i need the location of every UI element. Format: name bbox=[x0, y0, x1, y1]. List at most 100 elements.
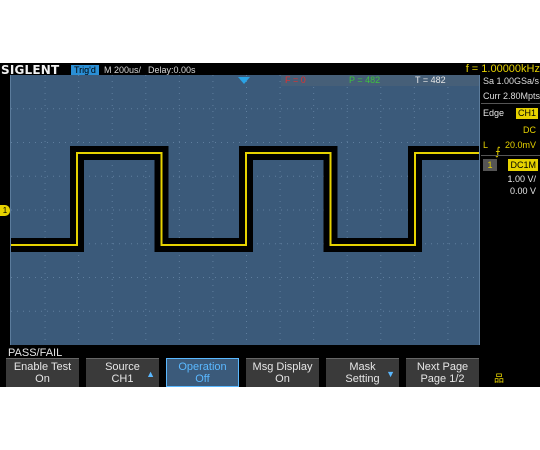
grid-dot bbox=[313, 255, 315, 256]
trigger-coupling: DC bbox=[523, 125, 536, 135]
grid-dot bbox=[111, 93, 113, 94]
grid-dot bbox=[111, 207, 113, 208]
grid-dot bbox=[447, 195, 449, 196]
grid-dot bbox=[313, 297, 315, 298]
grid-dot bbox=[145, 87, 147, 88]
grid-dot bbox=[111, 195, 113, 196]
grid-dot bbox=[178, 201, 180, 202]
grid-dot bbox=[279, 225, 281, 226]
grid-dot bbox=[246, 291, 247, 292]
grid-dot bbox=[380, 237, 382, 238]
grid-dot bbox=[212, 255, 214, 256]
mask-setting-button[interactable]: Mask Setting ▼ bbox=[326, 358, 399, 387]
channel-number: 1 bbox=[483, 159, 497, 171]
button-value: Off bbox=[195, 373, 210, 385]
grid-dot bbox=[178, 225, 180, 226]
grid-dot bbox=[44, 165, 46, 166]
grid-dot bbox=[246, 315, 247, 316]
grid-dot bbox=[44, 129, 46, 130]
operation-button[interactable]: Operation Off bbox=[166, 358, 239, 387]
channel-coupling-badge: DC1M bbox=[508, 159, 538, 171]
grid-dot bbox=[212, 309, 214, 310]
grid-dot bbox=[178, 183, 180, 184]
grid-dot bbox=[44, 291, 46, 292]
grid-dot bbox=[380, 267, 382, 268]
grid-dot bbox=[313, 129, 315, 130]
grid-dot bbox=[212, 141, 214, 142]
grid-dot bbox=[44, 309, 46, 310]
total-count: T = 482 bbox=[415, 75, 446, 85]
grid-dot bbox=[346, 213, 348, 214]
grid-dot bbox=[413, 135, 415, 136]
next-page-button[interactable]: Next Page Page 1/2 bbox=[406, 358, 479, 387]
grid-dot bbox=[178, 231, 180, 232]
grid-dot bbox=[78, 333, 80, 334]
grid-dot bbox=[246, 87, 247, 88]
grid-dot bbox=[246, 333, 247, 334]
grid-dot bbox=[44, 237, 46, 238]
grid-dot bbox=[178, 279, 180, 280]
grid-dot bbox=[346, 111, 348, 112]
grid-dot bbox=[145, 117, 147, 118]
button-value: On bbox=[35, 373, 50, 385]
grid-dot bbox=[78, 309, 80, 310]
grid-dot bbox=[145, 333, 147, 334]
grid-dot bbox=[413, 303, 415, 304]
grid-dot bbox=[380, 333, 382, 334]
grid-dot bbox=[447, 297, 449, 298]
grid-dot bbox=[145, 177, 147, 178]
source-button[interactable]: Source CH1 ▲ bbox=[86, 358, 159, 387]
grid-dot bbox=[346, 135, 348, 136]
grid-dot bbox=[212, 147, 214, 148]
grid-dot bbox=[313, 105, 315, 106]
waveform-grid[interactable]: F = 0 P = 482 T = 482 bbox=[10, 75, 480, 345]
grid-dot bbox=[178, 135, 180, 136]
grid-dot bbox=[346, 141, 348, 142]
grid-dot bbox=[346, 93, 348, 94]
grid-dot bbox=[346, 165, 348, 166]
grid-dot bbox=[313, 171, 315, 172]
grid-dot bbox=[145, 237, 147, 238]
grid-dot bbox=[380, 123, 382, 124]
ch1-offset-marker[interactable]: 1 bbox=[0, 205, 10, 216]
grid-dot bbox=[178, 159, 180, 160]
grid-dot bbox=[380, 231, 382, 232]
fail-count: F = 0 bbox=[285, 75, 306, 85]
grid-dot bbox=[447, 111, 449, 112]
grid-dot bbox=[44, 207, 46, 208]
grid-dot bbox=[145, 201, 147, 202]
grid-dot bbox=[78, 105, 80, 106]
grid-dot bbox=[212, 261, 214, 262]
grid-dot bbox=[380, 213, 382, 214]
grid-dot bbox=[178, 285, 180, 286]
grid-dot bbox=[413, 141, 415, 142]
grid-dot bbox=[111, 123, 113, 124]
grid-dot bbox=[178, 315, 180, 316]
trigger-position-marker[interactable] bbox=[238, 77, 250, 84]
grid-dot bbox=[413, 87, 415, 88]
grid-dot bbox=[313, 165, 315, 166]
grid-dot bbox=[313, 189, 315, 190]
waveform-display bbox=[11, 75, 479, 340]
grid-dot bbox=[78, 129, 80, 130]
grid-dot bbox=[313, 141, 315, 142]
grid-dot bbox=[178, 255, 180, 256]
grid-dot bbox=[111, 177, 113, 178]
grid-dot bbox=[111, 249, 113, 250]
grid-dot bbox=[447, 321, 449, 322]
grid-dot bbox=[111, 183, 113, 184]
enable-test-button[interactable]: Enable Test On bbox=[6, 358, 79, 387]
grid-dot bbox=[346, 339, 348, 340]
grid-dot bbox=[313, 339, 315, 340]
grid-dot bbox=[380, 183, 382, 184]
grid-dot bbox=[178, 321, 180, 322]
grid-dot bbox=[447, 267, 449, 268]
grid-dot bbox=[279, 165, 281, 166]
grid-dot bbox=[313, 315, 315, 316]
grid-dot bbox=[212, 231, 214, 232]
msg-display-button[interactable]: Msg Display On bbox=[246, 358, 319, 387]
grid-dot bbox=[380, 135, 382, 136]
grid-dot bbox=[178, 273, 180, 274]
grid-dot bbox=[447, 333, 449, 334]
grid-dot bbox=[78, 93, 80, 94]
